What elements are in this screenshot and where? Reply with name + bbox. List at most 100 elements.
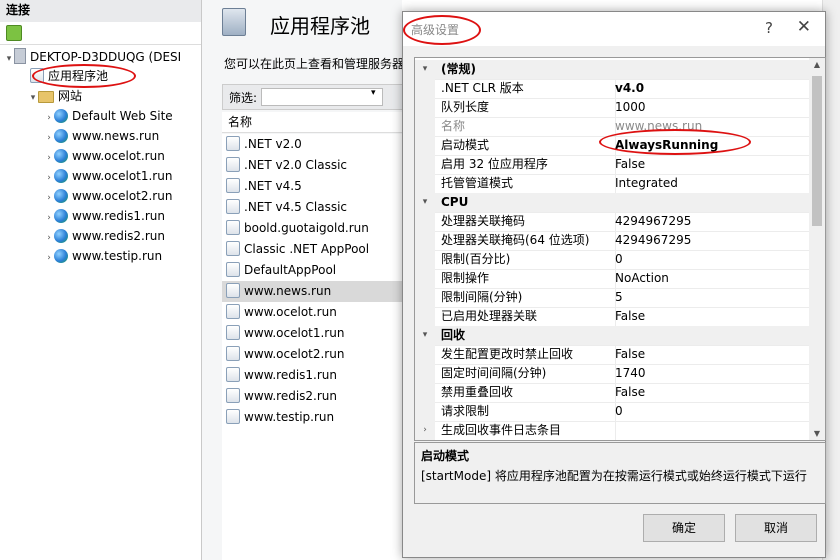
grid-property-row[interactable]: 处理器关联掩码(64 位选项) 4294967295 [415, 231, 809, 251]
chevron-right-icon[interactable]: › [44, 128, 54, 148]
close-icon[interactable]: ✕ [797, 17, 811, 37]
pool-list-item[interactable]: www.ocelot.run [222, 302, 404, 323]
pool-list-item[interactable]: boold.guotaigold.run [222, 218, 404, 239]
property-value[interactable]: 5 [615, 288, 623, 307]
grid-property-row[interactable]: 处理器关联掩码 4294967295 [415, 212, 809, 232]
cancel-button[interactable]: 取消 [735, 514, 817, 542]
pool-list-item[interactable]: www.ocelot2.run [222, 344, 404, 365]
tree-site-item[interactable]: › www.ocelot1.run [44, 166, 172, 186]
property-value[interactable]: 0 [615, 250, 623, 269]
description-title: 启动模式 [421, 449, 470, 463]
server-label: DEKTOP-D3DDUQG (DESI [30, 50, 182, 64]
chevron-right-icon[interactable]: › [44, 208, 54, 228]
property-value[interactable]: NoAction [615, 269, 669, 288]
pool-label: .NET v4.5 Classic [244, 200, 348, 214]
grid-gutter [415, 250, 435, 269]
chevron-right-icon[interactable]: › [44, 108, 54, 128]
property-value[interactable]: 0 [615, 402, 623, 421]
grid-property-row[interactable]: 启用 32 位应用程序 False [415, 155, 809, 175]
pool-list-item[interactable]: www.ocelot1.run [222, 323, 404, 344]
pool-list-item[interactable]: .NET v4.5 [222, 176, 404, 197]
grid-gutter [415, 383, 435, 402]
grid-gutter [415, 269, 435, 288]
grid-category[interactable]: ▾ 回收 [415, 326, 809, 346]
app-pool-icon [226, 199, 240, 214]
property-value[interactable]: False [615, 307, 645, 326]
pool-list-item[interactable]: DefaultAppPool [222, 260, 404, 281]
pool-list-item[interactable]: www.redis2.run [222, 386, 404, 407]
property-value[interactable]: 1740 [615, 364, 646, 383]
scroll-thumb[interactable] [812, 76, 822, 226]
collapse-icon[interactable]: ▾ [28, 88, 38, 108]
server-icon [14, 48, 26, 64]
grid-category[interactable]: ▾ (常规) [415, 60, 809, 80]
filter-input[interactable] [261, 88, 383, 106]
tree-site-item[interactable]: › www.news.run [44, 126, 159, 146]
property-value[interactable]: Integrated [615, 174, 678, 193]
grid-property-row[interactable]: 限制操作 NoAction [415, 269, 809, 289]
vertical-scrollbar[interactable]: ▲ ▼ [809, 58, 825, 440]
pool-list-item[interactable]: .NET v2.0 [222, 134, 404, 155]
grid-property-row[interactable]: 发生配置更改时禁止回收 False [415, 345, 809, 365]
chevron-right-icon[interactable]: › [44, 228, 54, 248]
grid-property-row[interactable]: 禁用重叠回收 False [415, 383, 809, 403]
app-pool-icon [226, 157, 240, 172]
connect-icon[interactable] [6, 25, 22, 41]
pool-list-item[interactable]: .NET v2.0 Classic [222, 155, 404, 176]
chevron-right-icon[interactable]: › [415, 421, 435, 440]
property-value[interactable]: False [615, 345, 645, 364]
pool-label: Classic .NET AppPool [244, 242, 370, 256]
filter-bar: 筛选: ▾ [222, 84, 424, 110]
tree-site-item[interactable]: › www.ocelot.run [44, 146, 165, 166]
grid-property-row[interactable]: .NET CLR 版本 v4.0 [415, 79, 809, 99]
tree-site-item[interactable]: › www.redis2.run [44, 226, 165, 246]
grid-property-row[interactable]: 限制(百分比) 0 [415, 250, 809, 270]
page-title: 应用程序池 [270, 14, 370, 38]
tree-sites[interactable]: ▾ 网站 [28, 86, 82, 106]
grid-gutter [415, 136, 435, 155]
property-value[interactable]: False [615, 383, 645, 402]
highlight-ellipse-startmode [599, 129, 751, 155]
grid-category[interactable]: ▾ CPU [415, 193, 809, 213]
property-value[interactable]: 4294967295 [615, 231, 691, 250]
grid-property-row[interactable]: 请求限制 0 [415, 402, 809, 422]
scroll-up-icon[interactable]: ▲ [809, 60, 825, 69]
grid-property-row[interactable]: 已启用处理器关联 False [415, 307, 809, 327]
help-icon[interactable]: ? [765, 19, 773, 37]
pool-list-item[interactable]: www.testip.run [222, 407, 404, 428]
site-label: www.redis1.run [72, 209, 166, 223]
grid-gutter [415, 117, 435, 136]
chevron-right-icon[interactable]: › [44, 148, 54, 168]
collapse-icon[interactable]: ▾ [4, 49, 14, 69]
property-value[interactable]: False [615, 155, 645, 174]
property-value[interactable]: 4294967295 [615, 212, 691, 231]
grid-property-row[interactable]: 固定时间间隔(分钟) 1740 [415, 364, 809, 384]
chevron-right-icon[interactable]: › [44, 248, 54, 268]
pool-list-item[interactable]: www.redis1.run [222, 365, 404, 386]
grid-gutter [415, 345, 435, 364]
app-pool-icon [226, 178, 240, 193]
tree-site-item[interactable]: › Default Web Site [44, 106, 173, 126]
property-value[interactable]: 1000 [615, 98, 646, 117]
grid-property-row[interactable]: › 生成回收事件日志条目 [415, 421, 809, 440]
chevron-down-icon[interactable]: ▾ [415, 60, 435, 79]
chevron-down-icon[interactable]: ▾ [415, 326, 435, 345]
grid-property-row[interactable]: 队列长度 1000 [415, 98, 809, 118]
ok-button[interactable]: 确定 [643, 514, 725, 542]
grid-property-row[interactable]: 限制间隔(分钟) 5 [415, 288, 809, 308]
tree-site-item[interactable]: › www.ocelot2.run [44, 186, 172, 206]
chevron-down-icon[interactable]: ▾ [371, 88, 376, 98]
chevron-right-icon[interactable]: › [44, 188, 54, 208]
pool-list-item[interactable]: .NET v4.5 Classic [222, 197, 404, 218]
chevron-down-icon[interactable]: ▾ [415, 193, 435, 212]
pool-list-item[interactable]: www.news.run [222, 281, 404, 302]
scroll-down-icon[interactable]: ▼ [809, 429, 825, 438]
category-label: CPU [441, 195, 469, 209]
pool-list-item[interactable]: Classic .NET AppPool [222, 239, 404, 260]
grid-property-row[interactable]: 托管管道模式 Integrated [415, 174, 809, 194]
tree-site-item[interactable]: › www.testip.run [44, 246, 162, 266]
property-value[interactable]: v4.0 [615, 79, 644, 98]
column-header-name[interactable]: 名称 [222, 112, 428, 133]
tree-site-item[interactable]: › www.redis1.run [44, 206, 165, 226]
chevron-right-icon[interactable]: › [44, 168, 54, 188]
